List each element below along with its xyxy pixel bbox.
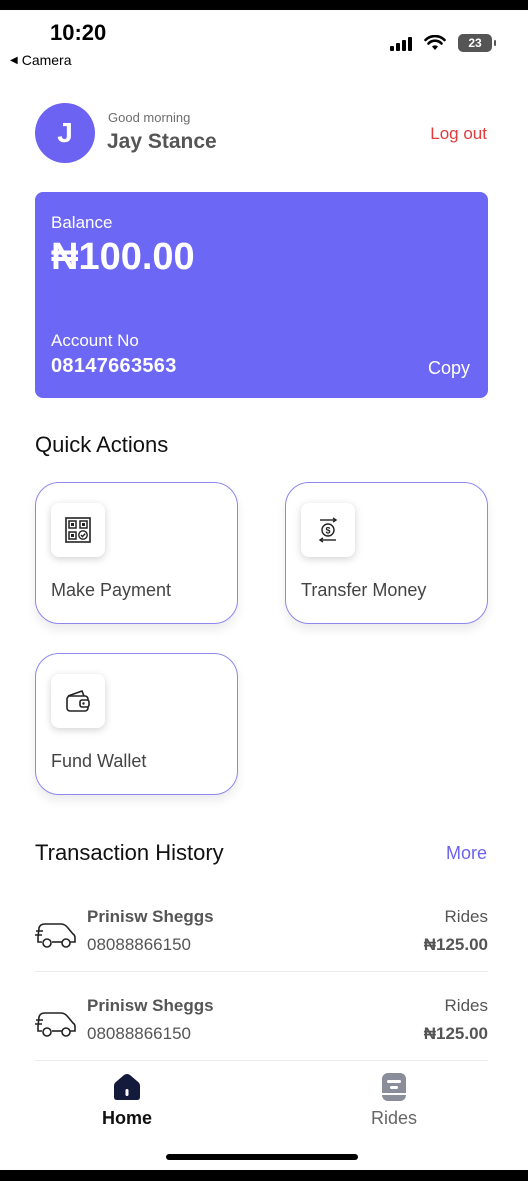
wifi-icon	[424, 35, 446, 50]
home-indicator[interactable]	[166, 1154, 358, 1160]
avatar[interactable]: J	[35, 103, 95, 163]
transaction-name: Prinisw Sheggs	[87, 996, 214, 1015]
copy-account-button[interactable]: Copy	[428, 358, 470, 379]
svg-text:$: $	[325, 526, 330, 536]
rides-icon	[382, 1073, 406, 1101]
fund-wallet-label: Fund Wallet	[51, 751, 147, 771]
battery-level: 23	[468, 36, 482, 50]
greeting-text: Good morning	[108, 110, 191, 125]
transaction-amount: ₦125.00	[423, 1024, 488, 1043]
avatar-initial: J	[57, 117, 73, 148]
back-arrow-icon: ◀	[10, 54, 18, 66]
transaction-category: Rides	[444, 907, 488, 926]
account-number-label: Account No	[51, 331, 139, 350]
nav-item-home[interactable]: Home	[67, 1072, 187, 1129]
transaction-phone: 08088866150	[87, 1024, 192, 1043]
nav-rides-label: Rides	[370, 1108, 418, 1128]
balance-card: Balance ₦100.00 Account No 08147663563 C…	[35, 192, 488, 398]
transaction-phone: 08088866150	[87, 935, 192, 954]
transfer-money-action[interactable]: $ Transfer Money	[285, 482, 488, 624]
car-icon	[35, 1012, 76, 1037]
transaction-category: Rides	[444, 996, 488, 1015]
fund-wallet-action[interactable]: Fund Wallet	[35, 653, 238, 795]
back-to-camera[interactable]: ◀ Camera	[10, 52, 72, 68]
top-edge	[0, 0, 528, 10]
qr-scan-icon	[51, 503, 105, 557]
nav-home-label: Home	[101, 1108, 152, 1128]
make-payment-action[interactable]: Make Payment	[35, 482, 238, 624]
wallet-icon	[51, 674, 105, 728]
status-time: 10:20	[50, 20, 107, 45]
home-icon	[114, 1074, 140, 1100]
more-transactions-link[interactable]: More	[446, 843, 487, 864]
transaction-name: Prinisw Sheggs	[87, 907, 214, 926]
account-number-value: 08147663563	[51, 355, 177, 377]
user-name: Jay Stance	[107, 130, 217, 153]
divider	[35, 971, 488, 972]
transaction-amount: ₦125.00	[423, 935, 488, 954]
bottom-edge	[0, 1170, 528, 1181]
car-icon	[35, 923, 76, 948]
logout-button[interactable]: Log out	[430, 124, 487, 144]
balance-label: Balance	[51, 213, 113, 232]
make-payment-label: Make Payment	[51, 580, 172, 600]
nav-item-rides[interactable]: Rides	[334, 1072, 454, 1129]
balance-value: ₦100.00	[51, 236, 195, 278]
cellular-signal-icon	[390, 35, 412, 51]
battery-icon: 23	[458, 34, 496, 52]
quick-actions-title: Quick Actions	[35, 432, 169, 457]
bottom-nav: Home Rides	[0, 1062, 528, 1142]
back-label: Camera	[21, 52, 72, 68]
divider	[35, 1060, 488, 1061]
status-icons: 23	[390, 34, 496, 52]
money-transfer-icon: $	[301, 503, 355, 557]
transaction-history-title: Transaction History	[35, 840, 224, 865]
transfer-money-label: Transfer Money	[301, 580, 427, 600]
